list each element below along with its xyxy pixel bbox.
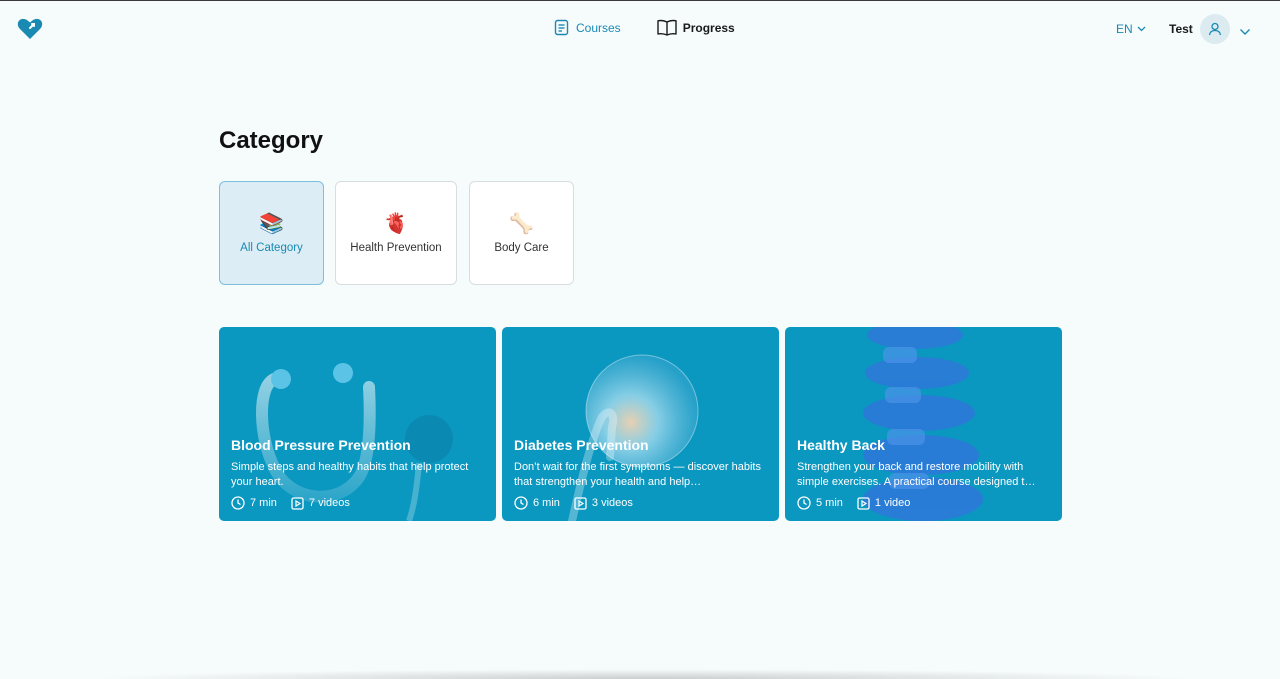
video-count: 7 videos xyxy=(291,496,350,510)
course-info: Blood Pressure Prevention Simple steps a… xyxy=(231,437,487,510)
video-icon xyxy=(574,496,587,510)
course-info: Healthy Back Strengthen your back and re… xyxy=(797,437,1053,510)
main-nav: Courses Progress xyxy=(553,19,735,36)
course-title: Healthy Back xyxy=(797,437,885,453)
nav-courses-label: Courses xyxy=(576,20,621,35)
category-body-care[interactable]: 🦴 Body Care xyxy=(469,181,574,285)
heart-organ-icon: 🫀 xyxy=(383,213,409,235)
video-count: 3 videos xyxy=(574,496,633,510)
course-info: Diabetes Prevention Don’t wait for the f… xyxy=(514,437,770,510)
user-menu-chevron-icon[interactable] xyxy=(1239,23,1251,41)
username: Test xyxy=(1169,22,1193,36)
duration: 6 min xyxy=(514,496,560,510)
course-card-diabetes[interactable]: Diabetes Prevention Don’t wait for the f… xyxy=(502,327,779,521)
user-icon xyxy=(1208,22,1222,36)
category-label: Health Prevention xyxy=(350,242,442,254)
video-count: 1 video xyxy=(857,496,910,510)
category-health-prevention[interactable]: 🫀 Health Prevention xyxy=(335,181,457,285)
clock-icon xyxy=(514,496,528,510)
course-description: Don’t wait for the first symptoms — disc… xyxy=(514,461,761,488)
duration: 7 min xyxy=(231,496,277,510)
clock-icon xyxy=(231,496,245,510)
course-title: Diabetes Prevention xyxy=(514,437,649,453)
duration: 5 min xyxy=(797,496,843,510)
nav-progress[interactable]: Progress xyxy=(656,19,735,36)
language-label: EN xyxy=(1116,22,1133,36)
nav-courses[interactable]: Courses xyxy=(553,19,621,36)
bone-icon: 🦴 xyxy=(509,213,534,235)
course-card-healthy-back[interactable]: Healthy Back Strengthen your back and re… xyxy=(785,327,1062,521)
course-description: Strengthen your back and restore mobilit… xyxy=(797,461,1036,488)
page-title: Category xyxy=(219,127,324,154)
chevron-down-icon xyxy=(1137,26,1146,32)
logo-heart-icon[interactable] xyxy=(17,18,43,40)
clock-icon xyxy=(797,496,811,510)
video-icon xyxy=(857,496,870,510)
category-label: All Category xyxy=(240,242,303,254)
top-header: Courses Progress EN Test xyxy=(0,1,1280,57)
course-meta: 7 min 7 videos xyxy=(231,496,487,510)
course-meta: 6 min 3 videos xyxy=(514,496,770,510)
course-title: Blood Pressure Prevention xyxy=(231,437,411,453)
open-book-icon xyxy=(656,19,677,36)
document-icon xyxy=(553,19,570,36)
books-icon: 📚 xyxy=(259,213,284,235)
category-all[interactable]: 📚 All Category xyxy=(219,181,324,285)
video-icon xyxy=(291,496,304,510)
course-meta: 5 min 1 video xyxy=(797,496,1053,510)
course-card-blood-pressure[interactable]: Blood Pressure Prevention Simple steps a… xyxy=(219,327,496,521)
language-selector[interactable]: EN xyxy=(1116,22,1146,36)
nav-progress-label: Progress xyxy=(682,20,735,35)
category-label: Body Care xyxy=(494,242,549,254)
course-description: Simple steps and healthy habits that hel… xyxy=(231,461,469,488)
avatar[interactable] xyxy=(1200,14,1230,44)
footer-shadow xyxy=(90,669,1200,679)
